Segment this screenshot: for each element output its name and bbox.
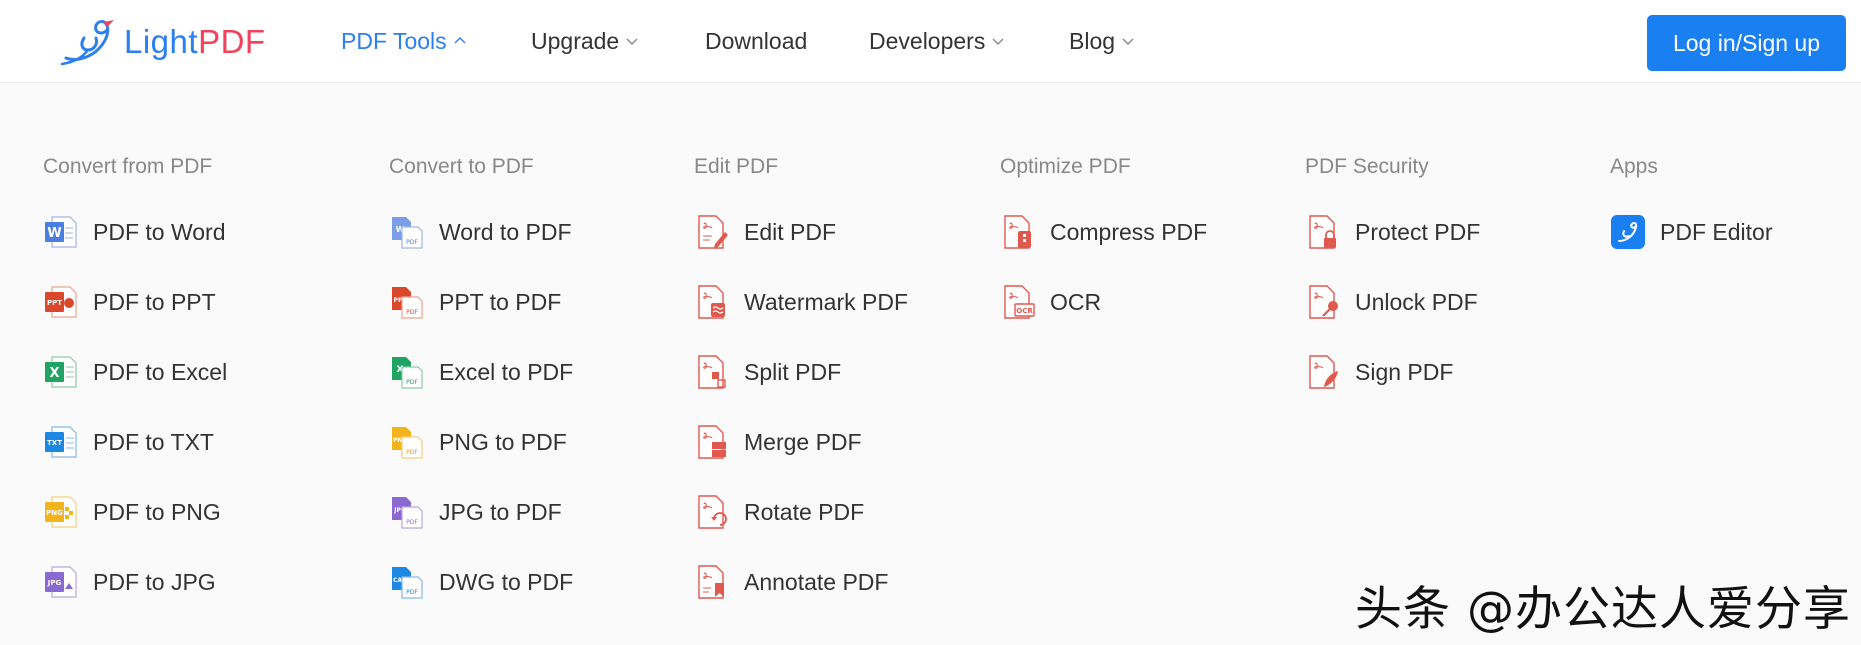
svg-text:TXT: TXT [47, 439, 62, 447]
jpg-doc-icon: JPG [45, 566, 77, 598]
compress-pdf-icon [1004, 215, 1031, 249]
column-title: PDF Security [1305, 155, 1429, 178]
bird-logo-icon [60, 20, 114, 66]
lightpdf-logo[interactable]: LightPDF [60, 18, 266, 66]
menu-item-watermark-pdf[interactable]: Watermark PDF [694, 282, 908, 322]
svg-text:PDF: PDF [406, 589, 418, 596]
nav-download[interactable]: Download [705, 22, 807, 60]
png-doc-icon: PNG [45, 496, 77, 528]
menu-item-excel-to-pdf[interactable]: X PDF Excel to PDF [389, 352, 573, 392]
menu-item-unlock-pdf[interactable]: Unlock PDF [1305, 282, 1478, 322]
menu-item-pdf-to-jpg[interactable]: JPG PDF to JPG [43, 562, 216, 602]
svg-text:PDF: PDF [406, 449, 418, 456]
menu-item-pdf-editor[interactable]: PDF Editor [1610, 212, 1772, 252]
dwg-to-pdf-icon: CAD PDF [392, 567, 423, 599]
column-title: Convert from PDF [43, 155, 213, 178]
chevron-down-icon [1122, 38, 1134, 45]
menu-item-ocr[interactable]: OCR OCR [1000, 282, 1101, 322]
column-title: Edit PDF [694, 155, 779, 178]
menu-item-split-pdf[interactable]: Split PDF [694, 352, 841, 392]
svg-text:PDF: PDF [406, 309, 418, 316]
svg-text:PDF: PDF [406, 519, 418, 526]
menu-column-edit-pdf: Edit PDF Edit PDF Watermark PDF Split PD… [694, 152, 908, 599]
login-signup-button[interactable]: Log in/Sign up [1647, 15, 1846, 71]
unlock-pdf-icon [1309, 285, 1338, 319]
excel-to-pdf-icon: X PDF [392, 357, 423, 389]
nav-upgrade[interactable]: Upgrade [531, 22, 639, 60]
ppt-doc-icon: PPT [45, 286, 77, 318]
split-pdf-icon [698, 355, 726, 389]
nav-developers[interactable]: Developers [869, 22, 1005, 60]
column-title: Optimize PDF [1000, 155, 1131, 178]
menu-item-protect-pdf[interactable]: Protect PDF [1305, 212, 1480, 252]
top-navigation-bar: LightPDF PDF Tools Upgrade Download Deve… [0, 0, 1861, 83]
png-to-pdf-icon: PNG PDF [392, 427, 423, 459]
menu-column-optimize-pdf: Optimize PDF Compress PDF OCR OCR [1000, 152, 1207, 319]
svg-text:PNG: PNG [46, 509, 63, 517]
rotate-pdf-icon [698, 495, 727, 529]
column-title: Convert to PDF [389, 155, 534, 178]
menu-item-rotate-pdf[interactable]: Rotate PDF [694, 492, 864, 532]
watermark-text: 头条 @办公达人爱分享 [1355, 582, 1851, 637]
chevron-down-icon [992, 38, 1004, 45]
logo-wordmark: LightPDF [124, 23, 266, 60]
column-title: Apps [1610, 155, 1658, 178]
nav-pdf-tools[interactable]: PDF Tools [341, 22, 467, 60]
menu-item-pdf-to-word[interactable]: W PDF to Word [43, 212, 226, 252]
menu-item-pdf-to-png[interactable]: PNG PDF to PNG [43, 492, 221, 532]
svg-text:PDF: PDF [406, 379, 418, 386]
ppt-to-pdf-icon: PPT PDF [392, 287, 423, 319]
menu-item-pdf-to-excel[interactable]: X PDF to Excel [43, 352, 227, 392]
edit-pdf-icon [698, 215, 728, 249]
menu-column-convert-from-pdf: Convert from PDF W PDF to Word PPT PDF t… [43, 152, 227, 598]
svg-text:X: X [49, 366, 59, 381]
svg-text:PDF: PDF [406, 239, 418, 246]
merge-pdf-icon [698, 425, 726, 459]
menu-item-ppt-to-pdf[interactable]: PPT PDF PPT to PDF [389, 282, 561, 322]
menu-column-convert-to-pdf: Convert to PDF W PDF Word to PDF PPT PDF… [389, 152, 573, 599]
watermark-pdf-icon [698, 285, 725, 319]
annotate-pdf-icon [698, 565, 724, 599]
menu-item-compress-pdf[interactable]: Compress PDF [1000, 212, 1207, 252]
svg-text:JPG: JPG [47, 579, 62, 587]
sign-pdf-icon [1309, 355, 1338, 389]
menu-column-pdf-security: PDF Security Protect PDF Unlock PDF Sign… [1305, 152, 1480, 389]
menu-item-sign-pdf[interactable]: Sign PDF [1305, 352, 1453, 392]
menu-item-merge-pdf[interactable]: Merge PDF [694, 422, 862, 462]
menu-item-jpg-to-pdf[interactable]: JPG PDF JPG to PDF [389, 492, 562, 532]
svg-text:PPT: PPT [47, 299, 62, 307]
chevron-up-icon [454, 37, 466, 44]
svg-text:W: W [47, 226, 61, 241]
menu-item-png-to-pdf[interactable]: PNG PDF PNG to PDF [389, 422, 567, 462]
menu-item-pdf-to-txt[interactable]: TXT PDF to TXT [43, 422, 214, 462]
chevron-down-icon [626, 38, 638, 45]
protect-pdf-icon [1309, 215, 1336, 249]
txt-doc-icon: TXT [45, 426, 77, 458]
excel-doc-icon: X [45, 356, 77, 388]
menu-column-apps: Apps PDF Editor [1610, 152, 1772, 249]
svg-text:OCR: OCR [1016, 307, 1033, 315]
menu-item-dwg-to-pdf[interactable]: CAD PDF DWG to PDF [389, 562, 573, 602]
pdf-editor-app-icon [1611, 215, 1645, 249]
nav-blog[interactable]: Blog [1069, 22, 1135, 60]
word-to-pdf-icon: W PDF [392, 217, 423, 249]
menu-item-edit-pdf[interactable]: Edit PDF [694, 212, 836, 252]
word-doc-icon: W [45, 216, 77, 248]
menu-item-annotate-pdf[interactable]: Annotate PDF [694, 562, 888, 602]
menu-item-word-to-pdf[interactable]: W PDF Word to PDF [389, 212, 572, 252]
jpg-to-pdf-icon: JPG PDF [392, 497, 423, 529]
ocr-pdf-icon: OCR [1004, 285, 1035, 319]
menu-item-pdf-to-ppt[interactable]: PPT PDF to PPT [43, 282, 216, 322]
